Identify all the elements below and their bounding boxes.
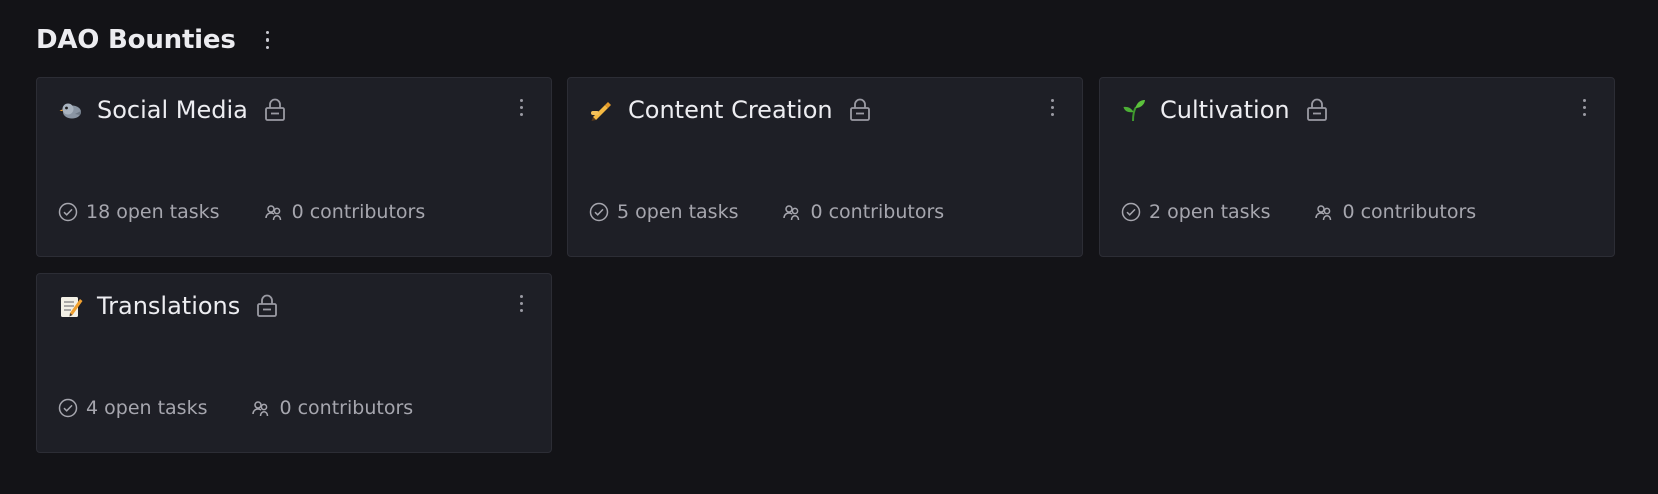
open-tasks-count: 18 open tasks (86, 201, 220, 223)
bounty-card-content-creation[interactable]: Content Creation 5 open tasks 0 contribu… (567, 77, 1083, 257)
page-title: DAO Bounties (36, 25, 236, 55)
open-tasks-stat: 18 open tasks (58, 201, 220, 223)
open-tasks-count: 5 open tasks (617, 201, 739, 223)
card-title: Content Creation (628, 96, 833, 124)
card-title: Social Media (97, 96, 248, 124)
check-circle-icon (58, 202, 78, 222)
open-tasks-stat: 4 open tasks (58, 397, 207, 419)
card-stats: 4 open tasks 0 contributors (58, 396, 413, 420)
lock-icon (256, 294, 278, 318)
contributors-stat: 0 contributors (264, 201, 426, 223)
card-more-options-icon[interactable] (511, 289, 531, 317)
check-circle-icon (58, 398, 78, 418)
card-more-options-icon[interactable] (1042, 93, 1062, 121)
card-stats: 5 open tasks 0 contributors (589, 200, 944, 224)
card-header: Cultivation (1122, 90, 1328, 130)
check-circle-icon (1121, 202, 1141, 222)
page-header: DAO Bounties (36, 22, 278, 58)
contributors-icon (264, 205, 281, 221)
contributors-icon (252, 401, 269, 417)
lock-icon (1306, 98, 1328, 122)
check-circle-icon (589, 202, 609, 222)
contributors-stat: 0 contributors (1314, 201, 1476, 223)
card-header: Social Media (59, 90, 286, 130)
bounty-card-social-media[interactable]: Social Media 18 open tasks 0 contributor… (36, 77, 552, 257)
contributors-count: 0 contributors (810, 201, 945, 223)
lock-icon (264, 98, 286, 122)
contributors-count: 0 contributors (291, 201, 426, 223)
open-tasks-count: 4 open tasks (86, 397, 208, 419)
contributors-stat: 0 contributors (782, 201, 944, 223)
card-header: Content Creation (590, 90, 871, 130)
card-stats: 18 open tasks 0 contributors (58, 200, 425, 224)
bounty-card-cultivation[interactable]: Cultivation 2 open tasks 0 contributors (1099, 77, 1615, 257)
contributors-stat: 0 contributors (251, 397, 413, 419)
more-options-icon[interactable] (258, 26, 278, 54)
contributors-count: 0 contributors (1342, 201, 1477, 223)
open-tasks-stat: 2 open tasks (1121, 201, 1270, 223)
card-more-options-icon[interactable] (1574, 93, 1594, 121)
seedling-icon (1122, 98, 1146, 122)
memo-icon (59, 294, 83, 318)
open-tasks-count: 2 open tasks (1149, 201, 1271, 223)
open-tasks-stat: 5 open tasks (589, 201, 738, 223)
writing-hand-icon (590, 98, 614, 122)
card-title: Translations (97, 292, 241, 320)
bird-icon (59, 98, 83, 122)
lock-icon (849, 98, 871, 122)
card-title: Cultivation (1160, 96, 1290, 124)
card-header: Translations (59, 286, 278, 326)
contributors-count: 0 contributors (279, 397, 414, 419)
contributors-icon (1315, 205, 1332, 221)
card-more-options-icon[interactable] (511, 93, 531, 121)
bounty-card-translations[interactable]: Translations 4 open tasks 0 contributors (36, 273, 552, 453)
contributors-icon (783, 205, 800, 221)
card-stats: 2 open tasks 0 contributors (1121, 200, 1476, 224)
